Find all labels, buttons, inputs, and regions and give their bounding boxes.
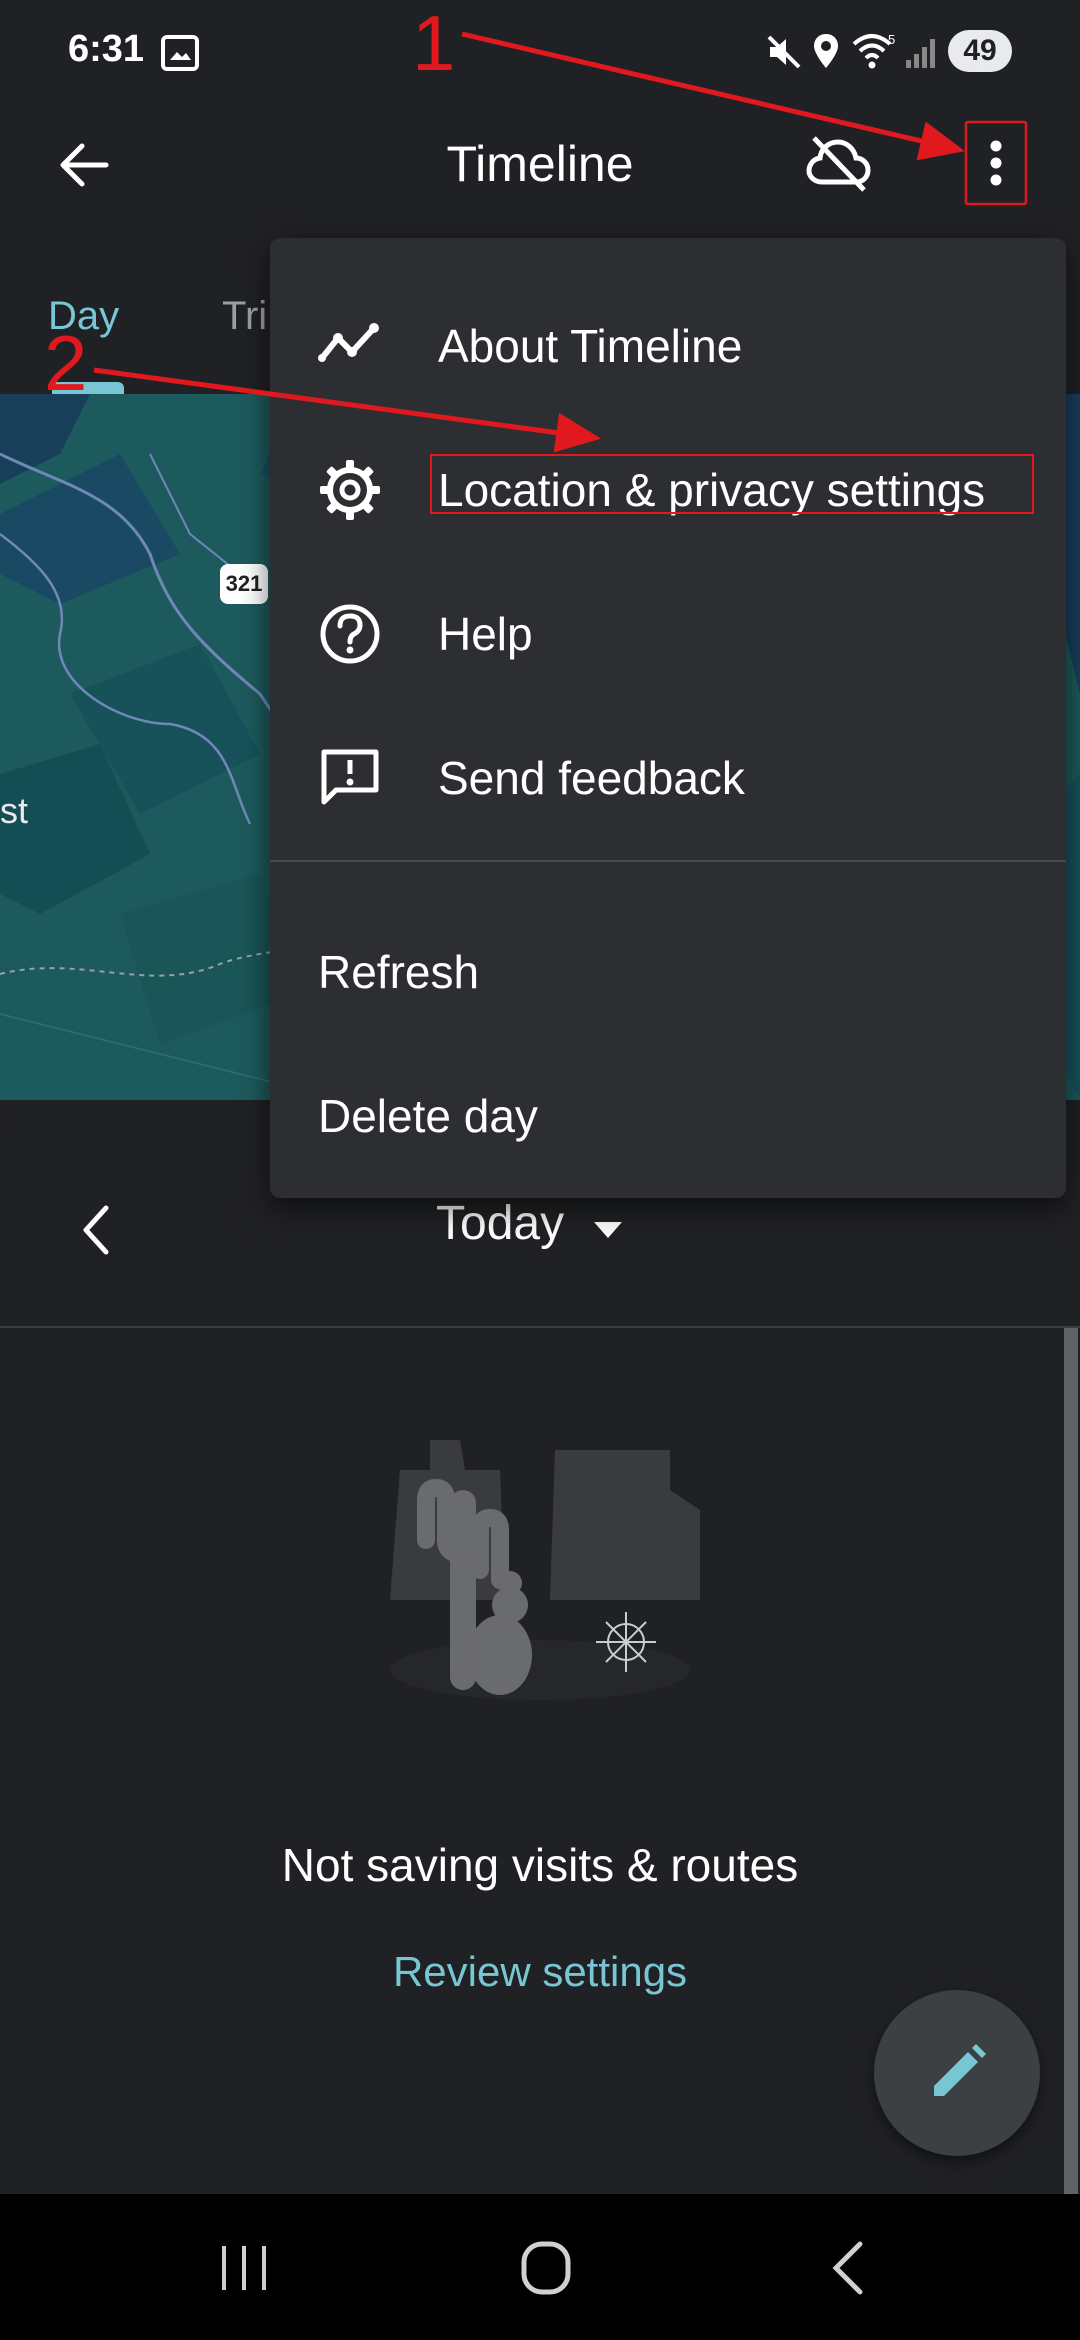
annotation-step-2: 2 bbox=[44, 319, 87, 407]
annotation-step-1: 1 bbox=[412, 0, 455, 87]
annotation-arrow-2 bbox=[93, 367, 601, 453]
annotation-overlay: 1 2 bbox=[44, 0, 965, 453]
annotation-arrow-1 bbox=[461, 31, 965, 161]
